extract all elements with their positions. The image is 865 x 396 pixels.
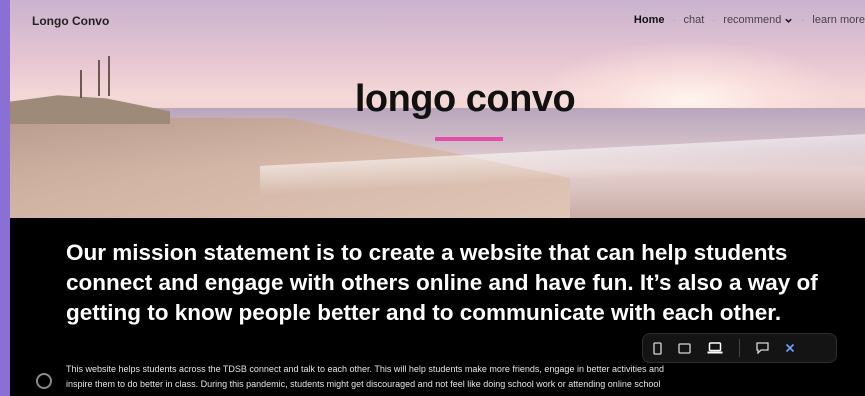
site-brand[interactable]: Longo Convo <box>32 14 109 28</box>
settings-circle-icon[interactable] <box>36 373 52 389</box>
hero-section: Longo Convo Home · chat · recommend · le… <box>10 0 865 218</box>
mission-body: This website helps students across the T… <box>66 362 856 392</box>
device-preview-toolbar <box>642 333 837 363</box>
chevron-down-icon <box>785 18 793 23</box>
nav-recommend[interactable]: recommend <box>723 14 793 26</box>
nav-separator: · <box>801 15 805 25</box>
tablet-icon[interactable] <box>678 342 691 354</box>
mission-heading: Our mission statement is to create a web… <box>66 240 818 325</box>
hero-title: longo convo <box>354 78 576 120</box>
hero-title-underline <box>435 137 503 141</box>
close-icon[interactable] <box>785 343 795 353</box>
nav-separator: · <box>672 15 676 25</box>
nav-learn-more[interactable]: learn more <box>812 14 865 26</box>
mission-body-line: This website helps students across the T… <box>66 364 664 374</box>
main-nav: Home · chat · recommend · learn more <box>634 14 865 26</box>
site-frame: Longo Convo Home · chat · recommend · le… <box>10 0 865 396</box>
phone-icon[interactable] <box>653 341 662 355</box>
laptop-icon[interactable] <box>707 342 723 354</box>
nav-home[interactable]: Home <box>634 14 665 26</box>
comment-icon[interactable] <box>756 342 769 354</box>
nav-separator: · <box>712 15 716 25</box>
nav-chat[interactable]: chat <box>683 14 704 26</box>
nav-recommend-label: recommend <box>723 14 782 26</box>
toolbar-divider <box>739 339 740 357</box>
mission-body-line: inspire them to do better in class. Duri… <box>66 379 661 389</box>
